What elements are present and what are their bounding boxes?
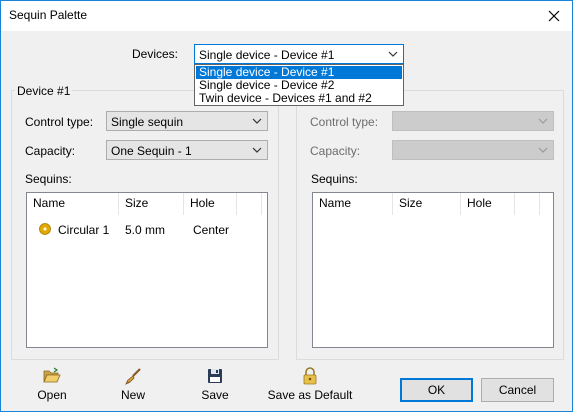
new-label: New <box>120 388 145 402</box>
capacity-dropdown[interactable]: One Sequin - 1 <box>106 140 268 160</box>
folder-open-icon <box>43 367 61 383</box>
right-capacity-label: Capacity: <box>310 144 361 158</box>
devices-dropdown-list[interactable]: Single device - Device #1 Single device … <box>194 64 404 106</box>
open-button[interactable]: Open <box>30 367 74 407</box>
device-1-group-title: Device #1 <box>15 84 73 98</box>
save-label: Save <box>201 388 229 402</box>
chevron-down-icon <box>538 118 548 124</box>
floppy-disk-icon <box>208 369 222 383</box>
open-label: Open <box>37 388 67 402</box>
save-button[interactable]: Save <box>197 367 233 407</box>
sequin-palette-window: Sequin Palette Devices: Single device - … <box>0 0 573 412</box>
right-control-type-label: Control type: <box>310 115 379 129</box>
sequin-icon <box>39 223 51 235</box>
sequins-label: Sequins: <box>25 172 72 186</box>
brush-icon <box>125 368 141 385</box>
save-as-default-label: Save as Default <box>267 388 353 402</box>
devices-dropdown[interactable]: Single device - Device #1 <box>194 44 404 64</box>
new-button[interactable]: New <box>115 367 151 407</box>
right-capacity-dropdown <box>392 140 554 160</box>
sequin-name: Circular 1 <box>58 223 110 237</box>
close-icon <box>548 10 560 22</box>
control-type-label: Control type: <box>25 115 94 129</box>
window-title: Sequin Palette <box>9 8 88 22</box>
cancel-button[interactable]: Cancel <box>481 378 554 402</box>
column-header-filler <box>515 193 540 215</box>
chevron-down-icon <box>538 147 548 153</box>
capacity-value: One Sequin - 1 <box>111 144 192 158</box>
sequins-list[interactable]: Name Size Hole Circular 1 5.0 mm Center <box>26 192 268 348</box>
column-header-hole[interactable]: Hole <box>461 193 515 215</box>
devices-option-3[interactable]: Twin device - Devices #1 and #2 <box>196 92 402 105</box>
table-row[interactable]: Circular 1 5.0 mm Center <box>27 219 267 239</box>
chevron-down-icon <box>252 118 262 124</box>
sequin-hole: Center <box>193 223 230 237</box>
lock-icon <box>303 367 317 385</box>
right-sequins-label: Sequins: <box>311 172 358 186</box>
capacity-label: Capacity: <box>25 144 76 158</box>
ok-button[interactable]: OK <box>400 378 473 402</box>
devices-selected-value: Single device - Device #1 <box>199 48 335 62</box>
control-type-dropdown[interactable]: Single sequin <box>106 111 268 131</box>
column-header-size[interactable]: Size <box>393 193 461 215</box>
right-sequins-list[interactable]: Name Size Hole <box>312 192 554 348</box>
column-header-hole[interactable]: Hole <box>184 193 237 215</box>
chevron-down-icon <box>388 51 398 57</box>
column-header-size[interactable]: Size <box>119 193 184 215</box>
close-button[interactable] <box>536 1 572 31</box>
column-header-name[interactable]: Name <box>27 193 119 215</box>
save-as-default-button[interactable]: Save as Default <box>266 367 354 407</box>
sequin-size: 5.0 mm <box>125 223 166 237</box>
column-header-filler <box>237 193 262 215</box>
chevron-down-icon <box>252 147 262 153</box>
devices-label: Devices: <box>132 47 179 61</box>
title-bar: Sequin Palette <box>1 1 572 31</box>
column-header-name[interactable]: Name <box>313 193 393 215</box>
control-type-value: Single sequin <box>111 115 184 129</box>
right-control-type-dropdown <box>392 111 554 131</box>
